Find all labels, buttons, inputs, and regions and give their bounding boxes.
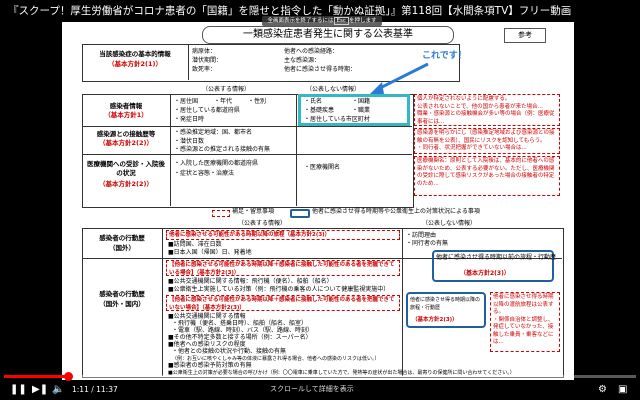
row1-nonpublic-1: ・氏名 bbox=[304, 98, 323, 105]
divider bbox=[296, 94, 297, 206]
row2-public-2: ・潜伏日数 bbox=[174, 138, 205, 145]
row4-blue-text: 他者に感染させ得る時期以前の旅程・行動歴 bbox=[436, 254, 557, 261]
next-icon[interactable]: ▶❚ bbox=[32, 384, 48, 396]
row1-nonpublic-2: ・基礎疾患 bbox=[304, 107, 335, 114]
row3-public-2: ・症状と容態・治療法 bbox=[174, 170, 235, 177]
row3-label: 医療機関への受診・入院後の状況 bbox=[87, 160, 165, 177]
pathogen-label: 病原体： bbox=[192, 48, 217, 55]
row5-label2: （国外・国内） bbox=[99, 300, 145, 308]
row4-red1: 他者に感染させる可能性がある時期以降の旅程（基本方針2(3)） bbox=[166, 230, 400, 240]
row4-public-1: ■訪問国、滞在日数 bbox=[168, 241, 222, 248]
divider bbox=[188, 44, 189, 80]
basic-info-tag: （基本方針2(1)） bbox=[108, 60, 162, 68]
row1-tag: （基本方針1） bbox=[104, 111, 148, 119]
row4-label2: （国外） bbox=[109, 244, 135, 252]
header-public: （公表する情報） bbox=[202, 86, 251, 93]
toast-text-suffix: を押します bbox=[348, 18, 377, 24]
esc-key-label: Esc bbox=[333, 17, 349, 25]
pause-icon[interactable]: ❚❚ bbox=[10, 384, 27, 396]
toast-text-prefix: 全画面表示を終了するには bbox=[267, 18, 334, 24]
row1-public-1c: ・性別 bbox=[248, 98, 267, 105]
progress-bar[interactable] bbox=[4, 372, 636, 381]
row1-public-3: ・発症日時 bbox=[174, 116, 205, 123]
row5-blue-tag: （基本方針2(3)） bbox=[412, 317, 458, 323]
row1-label: 感染者情報 bbox=[109, 102, 143, 110]
row1-note: 個人が特定されないように配慮する。 公表されないことで、他の国から患者が来た場合… bbox=[414, 94, 560, 126]
divider bbox=[402, 228, 403, 376]
settings-icon[interactable]: ⚙ bbox=[598, 384, 607, 396]
callout-text: これです！ bbox=[422, 51, 467, 61]
row1-public-2: ・居住している都道府県 bbox=[174, 107, 240, 114]
row1-nonpublic-2b: ・職業 bbox=[352, 107, 371, 114]
infectious-period-label: 他者に感染させ得る時期： bbox=[284, 66, 357, 73]
legend-red-swatch bbox=[212, 210, 230, 217]
header2-nonpublic: （公表しない情報） bbox=[422, 220, 477, 227]
row2-public-1: ・感染推定地域：国、都市名 bbox=[174, 129, 253, 136]
row3-note: 医療機関名：原則として入院後は、基本的に他者への感染がないため、公表する必要がな… bbox=[414, 156, 560, 196]
row5-label: 感染者の行動歴 bbox=[99, 290, 145, 298]
basic-info-label: 当該感染症の基本的情報 bbox=[99, 50, 171, 58]
volume-icon[interactable]: 🔈 bbox=[52, 384, 64, 396]
row2-public-3: ・感染源との推定される接触の有無 bbox=[174, 146, 270, 153]
scroll-hint: スクロールして詳細を表示 bbox=[270, 385, 354, 393]
legend-blue-swatch bbox=[290, 209, 310, 218]
row5-red2: 【他者に感染させる可能性がある時期以降＋感染者に接触した可能性のある者を把握でき… bbox=[166, 295, 400, 311]
row3-nonpublic-1: ・医療機関名 bbox=[304, 164, 341, 171]
row5-blue-text: 他者に感染させ得る時期以降の旅程・行動歴 bbox=[410, 297, 481, 311]
row4-public-2: ■日本入国（帰国）日、発着地 bbox=[168, 249, 252, 256]
doc-title: 一類感染症患者発生に関する公表基準 bbox=[202, 26, 454, 44]
divider bbox=[170, 94, 171, 206]
divider bbox=[82, 154, 412, 155]
row5-public-1: ■公共交通機関に関する情報：飛行機（便名）、船舶（船名） bbox=[168, 278, 333, 285]
time-display: 1:11 / 11:37 bbox=[72, 385, 118, 394]
row5-note: 他者に感染させ得る時期以降の渡航旅程は公表する。 ・関係自治体と調整し、発症して… bbox=[490, 292, 560, 352]
row1-public-1b: ・年代 bbox=[214, 98, 233, 105]
fullscreen-exit-toast: 全画面表示を終了するには Esc を押します bbox=[262, 16, 382, 26]
incubation-label: 潜伏期間： bbox=[192, 57, 223, 64]
exit-fullscreen-icon[interactable]: ▣ bbox=[618, 384, 627, 396]
row4-label: 感染者の行動歴 bbox=[99, 234, 145, 242]
fatality-label: 致死率： bbox=[192, 66, 217, 73]
route-label: 他者への感染経路： bbox=[284, 48, 339, 55]
document-frame: 一類感染症患者発生に関する公表基準 参考 当該感染症の基本的情報 （基本方針2(… bbox=[62, 22, 574, 380]
source-label: 主な感染源： bbox=[284, 57, 321, 64]
row4-nonpublic-2: ・同行者の有無 bbox=[406, 240, 449, 247]
row4-blue-tag: （基本方針2(3)） bbox=[460, 270, 510, 277]
row2-label: 感染源との接触歴等 bbox=[96, 130, 156, 138]
row2-tag: （基本方針2(2)） bbox=[99, 139, 153, 147]
row5-red1: 【他者に感染させる可能性がある時期以降＋感染者に接触した可能性のある者を把握でき… bbox=[166, 260, 400, 276]
header-nonpublic: （公表しない情報） bbox=[306, 86, 361, 93]
row3-tag: （基本方針2(2)） bbox=[99, 180, 153, 188]
row1-nonpublic-1b: ・国籍 bbox=[352, 98, 371, 105]
row4-nonpublic-1: ・訪問理由 bbox=[406, 232, 437, 239]
row1-public-1: ・居住国 bbox=[174, 98, 199, 105]
divider bbox=[82, 126, 412, 127]
header2-public: （公表する情報） bbox=[238, 220, 287, 227]
legend-red-label: 補足・留意事項 bbox=[232, 208, 275, 215]
row5-public-2: ■公衆衛生上実施している対策（例：飛行機の乗客の人について健康監視実施中） bbox=[168, 286, 390, 293]
divider bbox=[162, 228, 163, 376]
progress-fill bbox=[4, 375, 69, 378]
row3-public-1: ・入院した医療機関の都道府県 bbox=[174, 160, 259, 167]
row1-nonpublic-3: ・居住している市区町村 bbox=[304, 116, 370, 123]
ref-label: 参考 bbox=[504, 28, 546, 43]
row2-note: 感染源を明らかにし（感染推定地域および感染源との接触の有無を公表）、国民にリスク… bbox=[414, 128, 560, 154]
player-controls: ❚❚ ▶❚ 🔈 1:11 / 11:37 スクロールして詳細を表示 ⚙ ▣ bbox=[0, 380, 640, 400]
legend-blue-label: 他者に感染させ得る時期等や公衆衛生上の対策状況による事項 bbox=[312, 208, 480, 215]
